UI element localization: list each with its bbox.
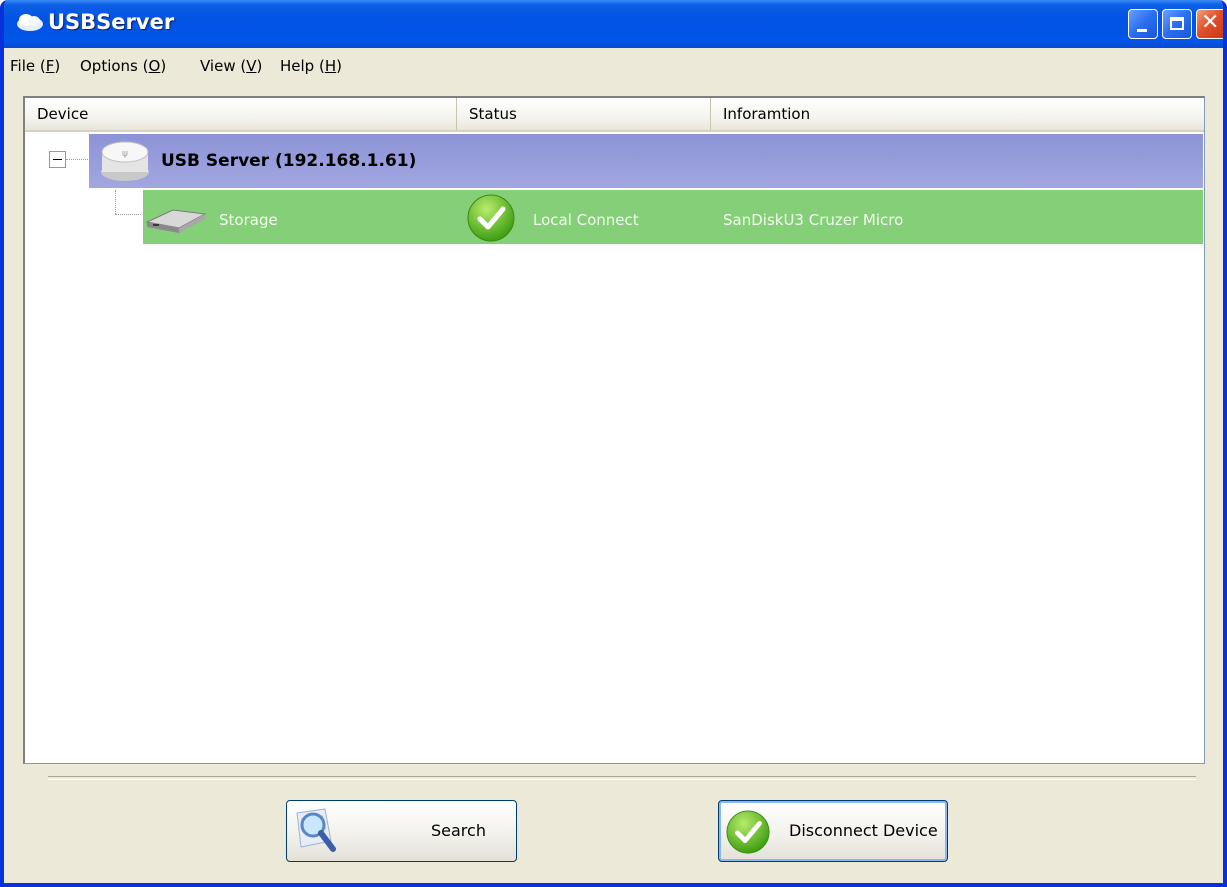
minus-icon [53, 159, 62, 160]
column-status[interactable]: Status [457, 98, 711, 130]
close-icon: ✕ [1201, 10, 1220, 35]
separator [48, 776, 1196, 780]
menu-help-label: Help ( [280, 57, 325, 75]
device-status: Local Connect [533, 211, 639, 229]
menu-options-key: O [148, 57, 161, 75]
window-title: USBServer [48, 10, 175, 34]
list-header: Device Status Inforamtion [25, 98, 1204, 132]
menu-options-end: ) [160, 57, 167, 75]
menu-view-key: V [246, 57, 257, 75]
column-device-label: Device [37, 105, 89, 123]
column-status-label: Status [469, 105, 517, 123]
menu-help-end: ) [336, 57, 342, 75]
menu-options[interactable]: Options (O) [80, 57, 166, 75]
disconnect-button-label: Disconnect Device [789, 821, 938, 840]
menu-view-end: ) [256, 57, 263, 75]
device-name: Storage [219, 211, 278, 229]
menu-view-label: View ( [200, 57, 247, 75]
menu-file[interactable]: File (F) [10, 57, 60, 75]
disconnect-device-button[interactable]: Disconnect Device [718, 800, 948, 862]
tree-connector [66, 159, 88, 161]
device-list[interactable]: Device Status Inforamtion ψ USB Server (… [23, 96, 1205, 764]
svg-text:ψ: ψ [122, 149, 128, 159]
server-name: USB Server (192.168.1.61) [161, 151, 417, 171]
magnifier-icon [296, 808, 336, 852]
maximize-button[interactable] [1162, 9, 1192, 39]
close-button[interactable]: ✕ [1196, 9, 1223, 39]
column-device[interactable]: Device [25, 98, 457, 130]
device-row-storage[interactable] [143, 190, 1203, 244]
menu-options-label: Options ( [80, 57, 149, 75]
tree-connector-horizontal [115, 214, 141, 216]
minimize-button[interactable] [1128, 9, 1158, 39]
menu-file-end: ) [54, 57, 61, 75]
maximize-icon [1170, 17, 1184, 30]
app-window: USBServer ✕ File (F) Options (O) View (V… [0, 0, 1227, 887]
menu-file-label: File ( [10, 57, 46, 75]
cloud-icon [17, 14, 43, 31]
usb-server-icon: ψ [101, 141, 149, 181]
minimize-icon [1137, 29, 1147, 32]
hard-drive-icon [145, 209, 207, 233]
menu-help-key: H [324, 57, 337, 75]
column-information-label: Inforamtion [723, 105, 811, 123]
menu-view[interactable]: View (V) [200, 57, 262, 75]
device-info: SanDiskU3 Cruzer Micro [723, 211, 904, 229]
search-button-label: Search [431, 821, 486, 840]
menu-bar: File (F) Options (O) View (V) Help (H) [4, 48, 1223, 86]
tree-connector-vertical [115, 190, 117, 214]
column-information[interactable]: Inforamtion [711, 98, 1205, 130]
search-button[interactable]: Search [286, 800, 517, 862]
check-icon [726, 810, 770, 854]
green-check-icon [467, 194, 515, 242]
collapse-toggle[interactable] [49, 151, 66, 168]
menu-help[interactable]: Help (H) [280, 57, 342, 75]
title-bar[interactable]: USBServer ✕ [4, 0, 1223, 48]
